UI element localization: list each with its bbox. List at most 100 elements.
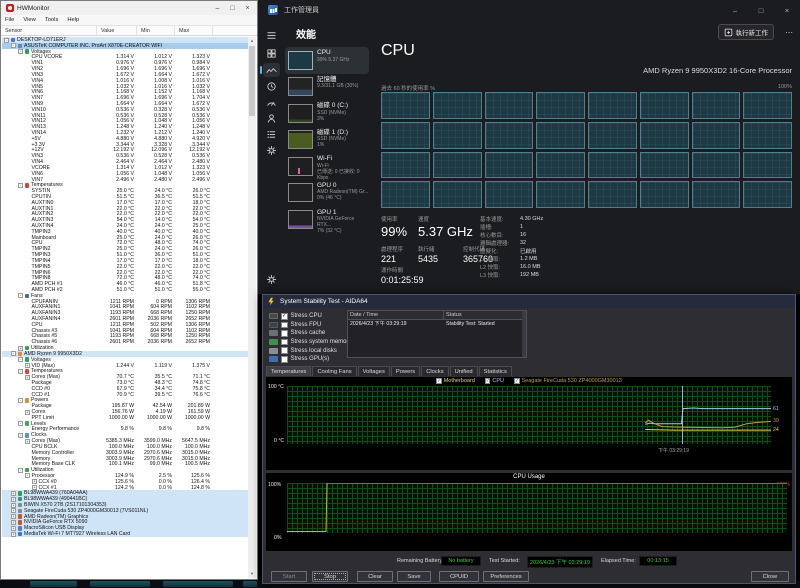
aida-save-button[interactable]: Save — [397, 571, 431, 582]
legend-checkbox[interactable] — [514, 378, 520, 384]
sidebar-item-gpu0[interactable]: GPU 0AMD Radeon(TM) Gr...0% (46 °C) — [285, 180, 369, 207]
tree-expander[interactable]: - — [18, 369, 23, 374]
log-col-datetime[interactable]: Date / Time — [348, 311, 444, 320]
legend-checkbox[interactable] — [485, 378, 491, 384]
taskbar-item[interactable] — [90, 581, 150, 587]
scroll-up-icon[interactable]: ▲ — [248, 37, 256, 45]
tree-expander[interactable]: - — [11, 43, 16, 48]
tree-expander[interactable]: + — [11, 532, 16, 537]
aida-close-button[interactable]: Close — [751, 571, 789, 582]
scrollbar-thumb[interactable] — [249, 46, 255, 116]
sidebar-item-disk1[interactable]: 磁碟 1 (D:)SSD (NVMe)1% — [285, 127, 369, 154]
aida-start-button[interactable]: Start — [271, 571, 307, 582]
log-row[interactable]: 2026/4/23 下午 03:29:19 Stability Test: St… — [348, 320, 526, 328]
minimize-button[interactable] — [722, 0, 748, 20]
tab-powers[interactable]: Powers — [391, 366, 420, 376]
performance-icon[interactable] — [263, 63, 280, 77]
sidebar-item-gpu1[interactable]: GPU 1NVIDIA GeForce RTX...7% (32 °C) — [285, 207, 369, 234]
legend-item[interactable]: Seagate FireCuda 530 ZP4000GM30013 — [514, 378, 622, 384]
column-header-max[interactable]: Max — [175, 26, 213, 35]
sidebar-item-disk0[interactable]: 磁碟 0 (C:)SSD (NVMe)3% — [285, 100, 369, 127]
tab-cooling-fans[interactable]: Cooling Fans — [312, 366, 356, 376]
stress-checkbox[interactable] — [281, 322, 288, 329]
sidebar-item-wifi[interactable]: Wi-FiWi-Fi已傳送: 0 已接收: 0 Kbps — [285, 153, 369, 180]
tree-expander[interactable]: - — [18, 183, 23, 188]
menu-file[interactable]: File — [5, 17, 14, 23]
tab-temperatures[interactable]: Temperatures — [266, 366, 311, 376]
stress-checkbox[interactable] — [281, 356, 288, 363]
stress-checkbox[interactable] — [281, 347, 288, 354]
tree-expander[interactable]: + — [11, 514, 16, 519]
tab-clocks[interactable]: Clocks — [421, 366, 448, 376]
legend-item[interactable]: CPU — [485, 378, 504, 384]
aida64-titlebar[interactable]: System Stability Test - AIDA64 — [263, 295, 795, 308]
tree-expander[interactable]: + — [11, 520, 16, 525]
tree-expander[interactable]: + — [32, 479, 37, 484]
tree-expander[interactable]: - — [25, 473, 30, 478]
tree-expander[interactable]: + — [11, 508, 16, 513]
startup-apps-icon[interactable] — [263, 95, 280, 109]
aida-cpuid-button[interactable]: CPUID — [439, 571, 479, 582]
column-header-sensor[interactable]: Sensor — [1, 26, 97, 35]
tree-expander[interactable]: + — [11, 497, 16, 502]
users-icon[interactable] — [263, 111, 280, 125]
menu-view[interactable]: View — [23, 17, 35, 23]
sensor-row[interactable]: +MediaTek Wi-Fi 7 MT7927 Wireless LAN Ca… — [2, 531, 250, 537]
tree-expander[interactable]: + — [11, 503, 16, 508]
tree-expander[interactable]: + — [25, 410, 30, 415]
processes-icon[interactable] — [263, 46, 280, 60]
tree-expander[interactable]: - — [4, 38, 9, 43]
log-col-status[interactable]: Status — [444, 311, 526, 320]
tree-expander[interactable]: - — [18, 421, 23, 426]
aida-stop-button[interactable]: Stop — [312, 571, 348, 582]
sidebar-item-cpu[interactable]: CPU99% 5.37 GHz — [285, 47, 369, 74]
tree-expander[interactable]: + — [25, 363, 30, 368]
menu-tools[interactable]: Tools — [45, 17, 59, 23]
tree-expander[interactable]: + — [25, 439, 30, 444]
details-icon[interactable] — [263, 127, 280, 141]
tree-expander[interactable]: - — [18, 293, 23, 298]
legend-item[interactable]: Motherboard — [436, 378, 475, 384]
close-button[interactable] — [774, 0, 800, 20]
tab-statistics[interactable]: Statistics — [479, 366, 512, 376]
hwmonitor-titlebar[interactable]: HWMonitor — [1, 1, 257, 15]
tree-expander[interactable]: - — [18, 357, 23, 362]
tree-expander[interactable]: + — [25, 375, 30, 380]
log-scrollbar[interactable] — [522, 311, 526, 357]
tree-expander[interactable]: - — [18, 433, 23, 438]
taskbar-item[interactable] — [30, 581, 77, 587]
settings-icon[interactable] — [263, 272, 280, 286]
legend-checkbox[interactable] — [436, 378, 442, 384]
close-button[interactable] — [240, 3, 255, 14]
menu-help[interactable]: Help — [67, 17, 79, 23]
maximize-button[interactable] — [748, 0, 774, 20]
tree-expander[interactable]: - — [18, 49, 23, 54]
tab-voltages[interactable]: Voltages — [358, 366, 390, 376]
column-header-value[interactable]: Value — [97, 26, 137, 35]
taskbar-item[interactable] — [243, 581, 257, 587]
aida-clear-button[interactable]: Clear — [357, 571, 393, 582]
tree-expander[interactable]: + — [11, 491, 16, 496]
sidebar-item-memory[interactable]: 記憶體9.3/31.1 GB (30%) — [285, 74, 369, 101]
menu-icon[interactable] — [263, 28, 280, 42]
vertical-scrollbar[interactable]: ▲ ▼ — [248, 37, 256, 578]
column-header-min[interactable]: Min — [137, 26, 175, 35]
stress-checkbox[interactable] — [281, 313, 288, 320]
tree-expander[interactable]: - — [11, 351, 16, 356]
tree-expander[interactable]: + — [32, 485, 37, 490]
task-manager-titlebar[interactable]: 工作管理員 — [258, 0, 800, 20]
tree-expander[interactable]: + — [18, 346, 23, 351]
scroll-down-icon[interactable]: ▼ — [248, 570, 256, 578]
taskbar-item[interactable] — [163, 581, 233, 587]
services-icon[interactable] — [263, 143, 280, 157]
tree-expander[interactable]: + — [11, 526, 16, 531]
more-options-button[interactable] — [785, 28, 793, 37]
tree-expander[interactable]: - — [18, 398, 23, 403]
maximize-button[interactable] — [225, 3, 240, 14]
app-history-icon[interactable] — [263, 79, 280, 93]
tab-unified[interactable]: Unified — [450, 366, 478, 376]
run-new-task-button[interactable]: 執行新工作 — [718, 24, 775, 40]
stress-checkbox[interactable] — [281, 339, 288, 346]
stress-checkbox[interactable] — [281, 330, 288, 337]
minimize-button[interactable] — [210, 3, 225, 14]
